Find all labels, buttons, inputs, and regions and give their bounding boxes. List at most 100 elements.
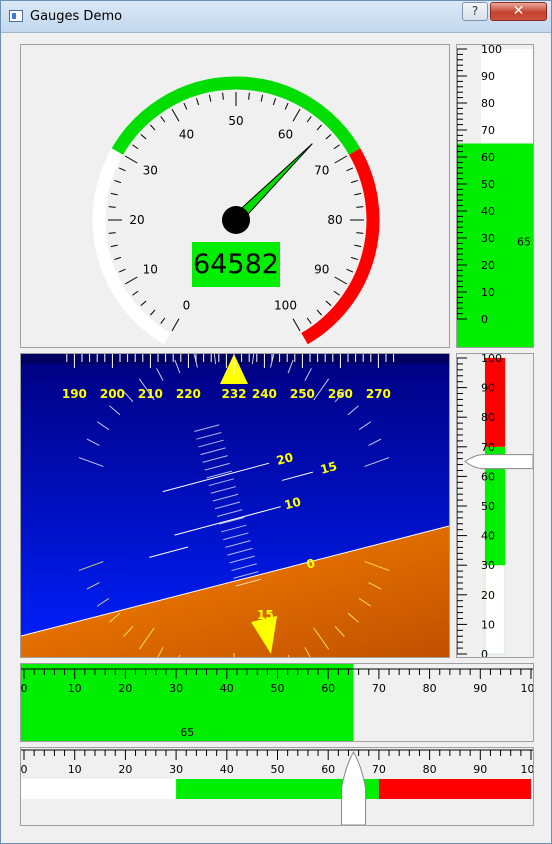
speedometer-scale-label: 60 xyxy=(278,127,293,141)
scale-label: 20 xyxy=(481,259,495,272)
heading-label: 232 xyxy=(221,387,246,401)
scale-label: 100 xyxy=(481,354,502,365)
speedometer-tick xyxy=(171,318,180,332)
scale-label: 90 xyxy=(473,763,487,776)
speedometer-scale-label: 0 xyxy=(183,299,191,313)
scale-label: 50 xyxy=(271,682,285,695)
close-button[interactable]: ✕ xyxy=(490,2,547,21)
scale-label: 60 xyxy=(481,151,495,164)
speedometer-tick xyxy=(114,256,122,261)
speedometer-dial: 0 10 20 30 40 50 60 70 80 90 100 xyxy=(92,76,380,345)
heading-label: 220 xyxy=(176,387,201,401)
vertical-bar-2-zone-red xyxy=(485,358,505,447)
scale-label: 0 xyxy=(481,648,488,657)
vertical-bar-2-scale: 1009080706050403020100 xyxy=(457,354,533,657)
speedometer-tick xyxy=(195,98,200,106)
speedometer-scale-label: 50 xyxy=(228,114,243,128)
scale-label: 60 xyxy=(321,682,335,695)
speedometer-tick xyxy=(356,206,364,208)
scale-label: 90 xyxy=(473,682,487,695)
speedometer-tick xyxy=(346,268,354,273)
attitude-indicator[interactable]: 190200210220232240250260270201510015 xyxy=(20,353,450,658)
speedometer-tick xyxy=(316,124,323,131)
speedometer-tick xyxy=(292,318,301,332)
window-title: Gauges Demo xyxy=(30,9,123,24)
speedometer-tick xyxy=(160,317,166,324)
speedometer-tick xyxy=(149,309,156,316)
title-bar[interactable]: Gauges Demo ? ✕ xyxy=(1,1,551,33)
horizontal-bar-gauge-1[interactable]: 0 10 20 30 40 50 60 70 80 90 100 65 xyxy=(20,663,534,742)
speedometer-tick xyxy=(114,179,122,184)
speedometer-tick xyxy=(132,144,139,150)
speedometer-tick xyxy=(110,244,118,248)
horizontal-bar-2-scale: 0 10 20 30 40 50 60 70 80 90 100 xyxy=(21,749,534,825)
speedometer-tick xyxy=(140,133,147,140)
speedometer-scale-label: 90 xyxy=(314,263,329,277)
speedometer-tick xyxy=(149,124,156,131)
scale-label: 100 xyxy=(521,682,534,695)
scale-label: 0 xyxy=(21,682,28,695)
speedometer-tick xyxy=(272,98,277,106)
scale-label: 40 xyxy=(481,205,495,218)
scale-label: 100 xyxy=(521,763,534,776)
speedometer-needle-hub xyxy=(222,206,250,234)
horizontal-bar-gauge-2[interactable]: 0 10 20 30 40 50 60 70 80 90 100 xyxy=(20,747,534,826)
speedometer-scale-label: 40 xyxy=(179,127,194,141)
speedometer-tick xyxy=(350,256,358,261)
scale-label: 40 xyxy=(481,530,495,543)
window-icon xyxy=(9,10,23,22)
heading-label: 190 xyxy=(62,387,87,401)
scale-label: 90 xyxy=(481,382,495,395)
speedometer-tick xyxy=(306,317,312,324)
vertical-bar-gauge-2[interactable]: 100 90 80 70 60 50 40 30 20 10 0 xyxy=(456,353,534,658)
scale-label: 20 xyxy=(481,589,495,602)
speedometer-tick xyxy=(346,167,354,172)
roll-label: 15 xyxy=(257,608,274,622)
heading-label: 240 xyxy=(252,387,277,401)
heading-label: 250 xyxy=(290,387,315,401)
scale-label: 40 xyxy=(220,763,234,776)
speedometer-tick xyxy=(284,102,289,110)
speedometer-tick xyxy=(306,116,312,123)
scale-label: 0 xyxy=(21,763,28,776)
speedometer-tick xyxy=(132,290,139,296)
speedometer-tick xyxy=(124,155,138,164)
horizontal-bar-2-zone-red xyxy=(378,779,531,799)
speedometer-scale-label: 80 xyxy=(327,213,342,227)
scale-label: 10 xyxy=(481,618,495,631)
vertical-bar-2-pointer xyxy=(464,454,533,470)
speedometer-tick xyxy=(333,290,340,296)
speedometer-tick xyxy=(108,206,116,208)
scale-label: 0 xyxy=(481,313,488,326)
speedometer-tick xyxy=(124,276,138,285)
horizontal-bar-2-pointer xyxy=(341,750,367,825)
speedometer-zone-high xyxy=(301,148,380,345)
scale-label: 80 xyxy=(481,411,495,424)
scale-label: 70 xyxy=(372,682,386,695)
vertical-bar-1-scale: 100908070605040302010065 xyxy=(457,45,533,347)
scale-label: 30 xyxy=(481,232,495,245)
vertical-bar-gauge-1[interactable]: 100 90 80 70 60 50 40 30 20 10 0 65 xyxy=(456,44,534,348)
scale-label: 10 xyxy=(68,763,82,776)
scale-label: 30 xyxy=(169,682,183,695)
scale-label: 100 xyxy=(481,45,502,56)
speedometer-tick xyxy=(316,309,323,316)
scale-label: 60 xyxy=(321,763,335,776)
scale-label: 50 xyxy=(481,500,495,513)
scale-label: 20 xyxy=(118,682,132,695)
scale-label: 10 xyxy=(68,682,82,695)
heading-label: 270 xyxy=(366,387,391,401)
speedometer-gauge[interactable]: 0 10 20 30 40 50 60 70 80 90 100 64582 xyxy=(20,44,450,348)
attitude-display: 190200210220232240250260270201510015 xyxy=(21,354,449,657)
speedometer-tick xyxy=(208,94,212,102)
speedometer-tick xyxy=(260,94,264,102)
scale-label: 50 xyxy=(271,763,285,776)
help-button[interactable]: ? xyxy=(462,2,488,21)
heading-label: 260 xyxy=(328,387,353,401)
speedometer-zone-low xyxy=(92,148,171,345)
scale-label: 80 xyxy=(423,763,437,776)
speedometer-tick xyxy=(140,300,147,307)
speedometer-tick xyxy=(325,300,332,307)
scale-label: 30 xyxy=(169,763,183,776)
speedometer-scale-label: 30 xyxy=(143,164,158,178)
